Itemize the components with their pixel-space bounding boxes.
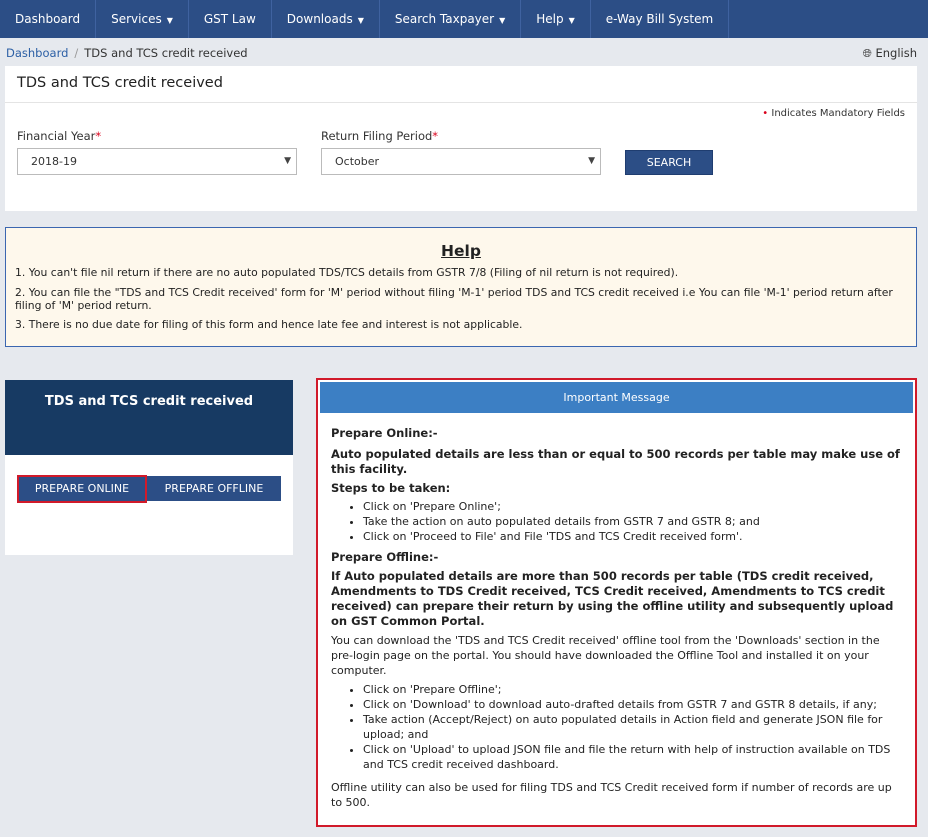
select-value: 2018-19 bbox=[31, 155, 77, 168]
list-item: Take action (Accept/Reject) on auto popu… bbox=[363, 712, 903, 742]
help-title: Help bbox=[441, 242, 481, 260]
financial-year-select[interactable]: 2018-19 ▼ bbox=[17, 148, 297, 175]
nav-label: Dashboard bbox=[15, 12, 81, 26]
nav-label: Services bbox=[111, 12, 162, 26]
online-heading: Prepare Online:- bbox=[331, 426, 438, 440]
financial-year-label: Financial Year* bbox=[17, 129, 101, 143]
divider bbox=[5, 102, 917, 103]
breadcrumb-separator: / bbox=[74, 46, 79, 60]
nav-label: Help bbox=[536, 12, 564, 26]
caret-down-icon: ▼ bbox=[499, 16, 506, 25]
list-item: Click on 'Prepare Offline'; bbox=[363, 682, 903, 697]
breadcrumb: Dashboard / TDS and TCS credit received bbox=[6, 46, 248, 60]
dropdown-arrow-icon: ▼ bbox=[588, 156, 595, 166]
required-marker: * bbox=[432, 129, 439, 143]
nav-dashboard[interactable]: Dashboard bbox=[0, 0, 97, 38]
list-item: Click on 'Proceed to File' and File 'TDS… bbox=[363, 529, 903, 544]
nav-downloads[interactable]: Downloads ▼ bbox=[272, 0, 380, 38]
nav-label: Downloads bbox=[286, 12, 353, 26]
asterisk-icon: • bbox=[762, 108, 769, 119]
globe-icon: 🌐︎ bbox=[862, 46, 872, 60]
nav-label: GST Law bbox=[203, 12, 256, 26]
prepare-card-title: TDS and TCS credit received bbox=[5, 380, 293, 455]
list-item: Click on 'Download' to download auto-dra… bbox=[363, 697, 903, 712]
prepare-offline-button[interactable]: PREPARE OFFLINE bbox=[147, 476, 281, 501]
help-item: 1. You can't file nil return if there ar… bbox=[15, 266, 679, 279]
nav-help[interactable]: Help ▼ bbox=[521, 0, 591, 38]
label-text: Return Filing Period bbox=[321, 129, 433, 143]
offline-heading: Prepare Offline:- bbox=[331, 550, 439, 564]
period-label: Return Filing Period* bbox=[321, 129, 438, 143]
language-selector[interactable]: 🌐︎ English bbox=[863, 46, 917, 61]
language-label: English bbox=[875, 46, 917, 60]
nav-eway-bill[interactable]: e-Way Bill System bbox=[591, 0, 730, 38]
mandatory-note-text: Indicates Mandatory Fields bbox=[771, 108, 905, 119]
return-period-select[interactable]: October ▼ bbox=[321, 148, 601, 175]
offline-tool-text: You can download the 'TDS and TCS Credit… bbox=[331, 634, 880, 677]
nav-gst-law[interactable]: GST Law bbox=[189, 0, 272, 38]
nav-services[interactable]: Services ▼ bbox=[96, 0, 189, 38]
top-navigation: Dashboard Services ▼ GST Law Downloads ▼ S… bbox=[0, 0, 928, 38]
help-box: Help 1. You can't file nil return if the… bbox=[5, 227, 917, 347]
list-item: Click on 'Prepare Online'; bbox=[363, 499, 903, 514]
nav-label: Search Taxpayer bbox=[394, 12, 495, 26]
list-item: Click on 'Upload' to upload JSON file an… bbox=[363, 742, 903, 772]
caret-down-icon: ▼ bbox=[166, 16, 173, 25]
important-message-header: Important Message bbox=[320, 382, 913, 413]
online-steps-list: Click on 'Prepare Online'; Take the acti… bbox=[331, 499, 903, 544]
select-value: October bbox=[335, 155, 380, 168]
label-text: Financial Year bbox=[17, 129, 96, 143]
offline-description: If Auto populated details are more than … bbox=[331, 569, 894, 628]
page-title: TDS and TCS credit received bbox=[17, 75, 223, 91]
nav-label: e-Way Bill System bbox=[605, 12, 714, 26]
search-button[interactable]: SEARCH bbox=[625, 150, 713, 175]
search-panel: TDS and TCS credit received • Indicates … bbox=[5, 66, 917, 211]
prepare-online-button[interactable]: PREPARE ONLINE bbox=[17, 475, 147, 503]
offline-footer-note: Offline utility can also be used for fil… bbox=[331, 781, 892, 809]
breadcrumb-dashboard-link[interactable]: Dashboard bbox=[6, 46, 68, 60]
nav-search-taxpayer[interactable]: Search Taxpayer ▼ bbox=[380, 0, 522, 38]
mandatory-note: • Indicates Mandatory Fields bbox=[762, 108, 905, 119]
help-item: 2. You can file the "TDS and TCS Credit … bbox=[15, 286, 893, 312]
prepare-card: TDS and TCS credit received PREPARE ONLI… bbox=[5, 380, 293, 555]
required-marker: * bbox=[95, 129, 102, 143]
important-message-panel: Important Message Prepare Online:- Auto … bbox=[316, 378, 917, 827]
important-message-body: Prepare Online:- Auto populated details … bbox=[331, 426, 903, 810]
offline-steps-list: Click on 'Prepare Offline'; Click on 'Do… bbox=[331, 682, 903, 772]
caret-down-icon: ▼ bbox=[568, 16, 575, 25]
steps-heading: Steps to be taken: bbox=[331, 481, 451, 495]
dropdown-arrow-icon: ▼ bbox=[284, 156, 291, 166]
caret-down-icon: ▼ bbox=[357, 16, 364, 25]
online-description: Auto populated details are less than or … bbox=[331, 447, 900, 476]
help-item: 3. There is no due date for filing of th… bbox=[15, 318, 523, 331]
list-item: Take the action on auto populated detail… bbox=[363, 514, 903, 529]
breadcrumb-current: TDS and TCS credit received bbox=[84, 46, 248, 60]
